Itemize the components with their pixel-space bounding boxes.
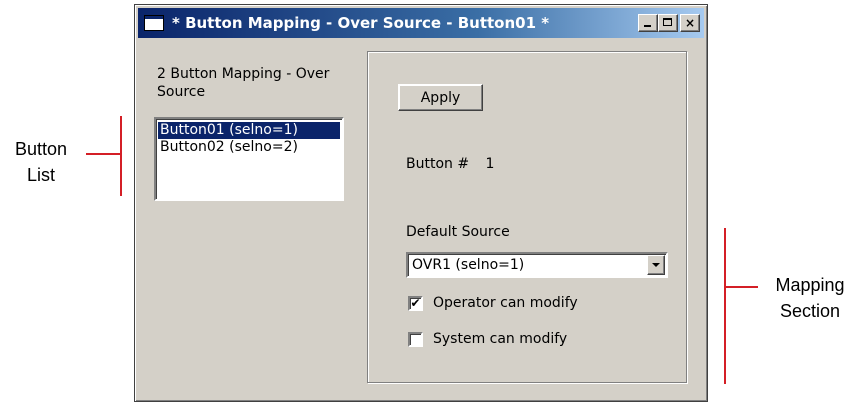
callout-mapping-bracket bbox=[724, 228, 726, 384]
callout-mapping-connector bbox=[724, 286, 758, 288]
system-modify-checkbox[interactable] bbox=[408, 331, 423, 347]
list-heading: 2 Button Mapping - Over Source bbox=[157, 66, 330, 100]
callout-mapping-section: Mapping Section bbox=[762, 272, 858, 324]
maximize-icon bbox=[663, 18, 672, 26]
minimize-icon bbox=[644, 25, 651, 27]
callout-mapping-line2: Section bbox=[779, 301, 841, 321]
default-source-label: Default Source bbox=[406, 224, 510, 240]
operator-modify-checkbox[interactable]: ✔ bbox=[408, 295, 423, 311]
callout-button-list-line1: Button bbox=[14, 139, 68, 159]
callout-button-list-line2: List bbox=[26, 165, 55, 185]
maximize-button[interactable] bbox=[658, 14, 678, 32]
minimize-button[interactable] bbox=[638, 14, 658, 32]
chevron-down-icon[interactable] bbox=[647, 255, 665, 275]
operator-modify-row[interactable]: ✔ Operator can modify bbox=[408, 295, 578, 311]
callout-button-list: Button List bbox=[8, 136, 74, 188]
list-item-button01[interactable]: Button01 (selno=1) bbox=[158, 122, 340, 139]
system-modify-row[interactable]: System can modify bbox=[408, 331, 567, 347]
window-title: * Button Mapping - Over Source - Button0… bbox=[172, 14, 550, 32]
close-icon: × bbox=[684, 16, 696, 30]
close-button[interactable]: × bbox=[680, 14, 700, 32]
apply-button[interactable]: Apply bbox=[398, 84, 483, 111]
button-number-value: 1 bbox=[485, 156, 495, 172]
window-icon[interactable] bbox=[144, 15, 164, 31]
title-bar[interactable]: * Button Mapping - Over Source - Button0… bbox=[138, 8, 704, 38]
list-item-button02[interactable]: Button02 (selno=2) bbox=[158, 139, 340, 156]
window-controls: × bbox=[638, 14, 700, 32]
figure: Button List Mapping Section * Button Map… bbox=[0, 0, 864, 404]
button-listbox[interactable]: Button01 (selno=1) Button02 (selno=2) bbox=[154, 117, 344, 201]
default-source-select[interactable]: OVR1 (selno=1) bbox=[406, 252, 668, 278]
mapping-group-panel: Apply Button # 1 Default Source OVR1 (se… bbox=[367, 51, 687, 383]
callout-button-list-connector bbox=[86, 153, 120, 155]
button-number-label: Button # bbox=[406, 156, 470, 172]
button-number: Button # 1 bbox=[406, 156, 494, 172]
system-modify-label: System can modify bbox=[433, 331, 568, 347]
callout-button-list-bracket bbox=[120, 116, 122, 196]
default-source-value: OVR1 (selno=1) bbox=[412, 257, 525, 273]
button-mapping-window: * Button Mapping - Over Source - Button0… bbox=[134, 4, 708, 402]
operator-modify-label: Operator can modify bbox=[433, 295, 578, 311]
callout-mapping-line1: Mapping bbox=[775, 275, 845, 295]
